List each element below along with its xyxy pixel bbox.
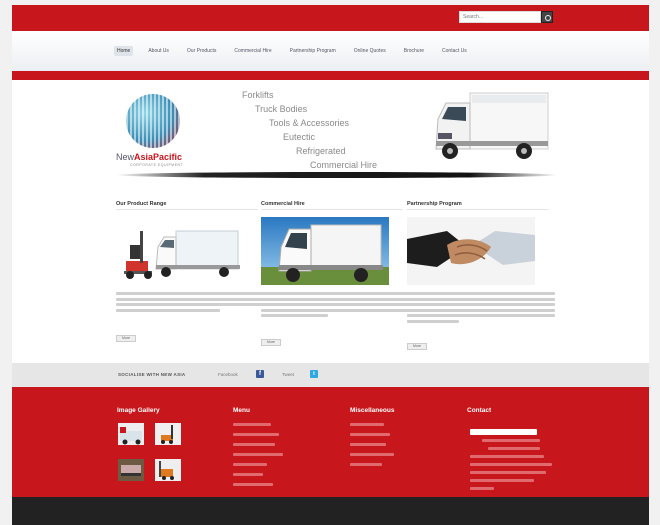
nav-menu: Home About Us Our Products Commercial Hi… [114,46,470,56]
footer-misc-link[interactable] [350,423,384,426]
footer: Image Gallery Menu Miscellaneous Contact [12,387,649,497]
footer-menu-link[interactable] [233,453,283,456]
nav-item-partnership-program[interactable]: Partnership Program [287,46,339,56]
nav-item-brochure[interactable]: Brochure [401,46,427,56]
partnership-handshake-image [407,217,535,285]
products-image [116,217,244,285]
footer-title-gallery: Image Gallery [117,407,160,414]
section-rule [261,209,403,210]
logo-prefix: New [116,152,135,162]
footer-title-misc: Miscellaneous [350,407,395,414]
partnership-description [407,292,555,325]
bottom-bar [12,497,649,525]
logo-subtitle: CORPORATE EQUIPMENT [130,163,184,167]
nav-item-commercial-hire[interactable]: Commercial Hire [231,46,274,56]
footer-menu-link[interactable] [233,423,271,426]
footer-menu-link[interactable] [233,473,263,476]
products-more-button[interactable]: More [116,335,136,342]
section-title-products: Our Product Range [116,201,167,207]
footer-title-menu: Menu [233,407,250,414]
nav-item-about-us[interactable]: About Us [145,46,172,56]
footer-misc-link[interactable] [350,443,386,446]
commercial-hire-image [261,217,389,285]
footer-misc-link[interactable] [350,463,382,466]
footer-menu-link[interactable] [233,433,279,436]
footer-title-contact: Contact [467,407,492,414]
nav-item-our-products[interactable]: Our Products [184,46,219,56]
footer-contact-line [470,463,552,466]
hero-truck-image [435,92,549,159]
footer-contact-line [470,471,546,474]
social-label: SOCIALISE WITH NEW ASIA [118,372,186,377]
gallery-thumb[interactable] [118,423,144,445]
footer-misc-link[interactable] [350,453,394,456]
footer-contact-line [482,439,540,442]
footer-contact-line [488,447,540,450]
section-rule [116,209,258,210]
gallery-thumb[interactable] [118,459,144,481]
nav-item-contact-us[interactable]: Contact Us [439,46,470,56]
facebook-label[interactable]: Facebook [218,372,238,377]
section-title-partnership: Partnership Program [407,201,462,207]
tagline-commercial-hire: Commercial Hire [310,160,378,170]
products-description [116,292,264,314]
facebook-icon[interactable]: f [256,370,264,378]
globe-logo-icon[interactable] [126,94,180,148]
main-navigation: Home About Us Our Products Commercial Hi… [12,31,649,71]
search-button[interactable] [541,11,553,23]
gallery-thumb[interactable] [155,459,181,481]
tagline-forklifts: Forklifts [242,90,274,100]
partnership-more-button[interactable]: More [407,343,427,350]
nav-item-online-quotes[interactable]: Online Quotes [351,46,389,56]
gallery-thumb[interactable] [155,423,181,445]
nav-underline-band [12,71,649,80]
twitter-label[interactable]: Tweet [282,372,294,377]
social-strip: SOCIALISE WITH NEW ASIA Facebook f Tweet… [12,363,649,387]
tagline-truck-bodies: Truck Bodies [255,104,308,114]
footer-contact-line [470,487,494,490]
footer-menu-link[interactable] [233,463,267,466]
search-input[interactable] [459,11,541,23]
top-bar [12,5,649,31]
contact-badge [470,429,537,435]
footer-misc-link[interactable] [350,433,390,436]
section-rule [407,209,549,210]
tagline-eutectic: Eutectic [283,132,316,142]
footer-menu-link[interactable] [233,483,273,486]
company-logo[interactable]: NewAsiaPacific [116,152,182,162]
footer-contact-line [470,479,534,482]
logo-highlight: AsiaPacific [134,152,183,162]
footer-menu-link[interactable] [233,443,275,446]
commercial-hire-description [261,292,409,320]
tagline-refrigerated: Refrigerated [296,146,346,156]
nav-item-home[interactable]: Home [114,46,134,56]
commercial-hire-more-button[interactable]: More [261,339,281,346]
tagline-tools-accessories: Tools & Accessories [269,118,350,128]
section-title-commercial-hire: Commercial Hire [261,201,305,207]
page: Home About Us Our Products Commercial Hi… [12,5,649,525]
twitter-icon[interactable]: t [310,370,318,378]
footer-contact-line [470,455,544,458]
hero-swoosh [116,172,558,178]
